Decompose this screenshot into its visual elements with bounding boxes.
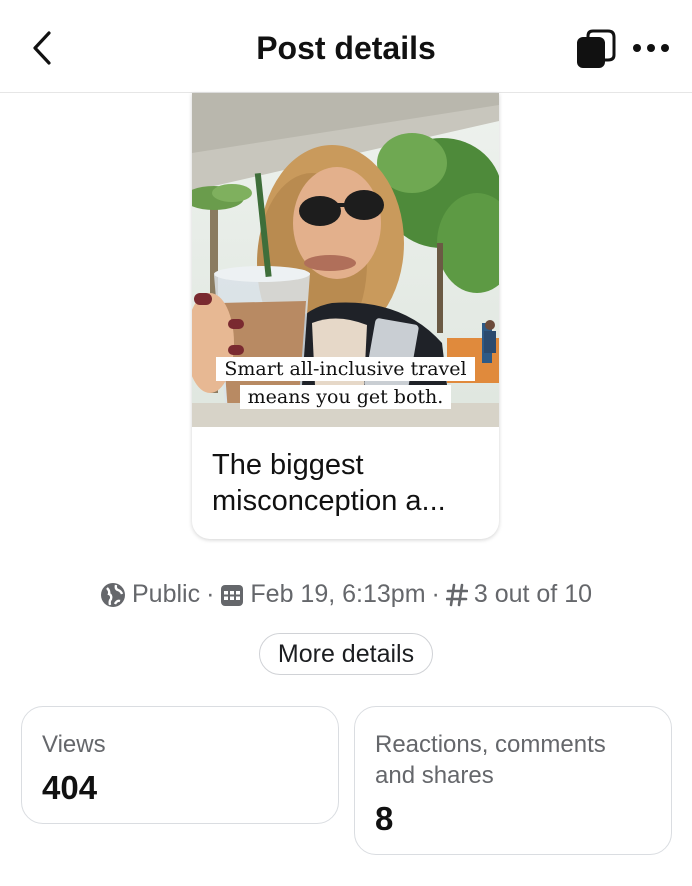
video-text-overlay: Smart all-inclusive travel means you get… [192, 355, 499, 411]
more-horizontal-icon[interactable] [630, 36, 672, 60]
globe-icon [100, 582, 125, 607]
post-meta-row: Public · Feb 19, 6:13pm · 3 out of 10 [0, 580, 692, 609]
post-caption: The biggest misconception a... [212, 449, 446, 517]
reactions-stat-card[interactable]: Reactions, comments and shares 8 [354, 706, 672, 855]
reactions-label: Reactions, comments and shares [375, 731, 606, 789]
hashtag-icon [445, 583, 468, 606]
calendar-icon [221, 584, 244, 606]
views-value: 404 [42, 769, 98, 806]
views-label: Views [42, 731, 106, 758]
reactions-value: 8 [375, 800, 394, 837]
overlay-line-2: means you get both. [239, 385, 452, 409]
more-details-button[interactable]: More details [259, 633, 433, 675]
visibility-label: Public [131, 580, 201, 608]
meta-separator: · [206, 580, 215, 608]
post-preview-card[interactable]: Smart all-inclusive travel means you get… [192, 93, 499, 539]
overlay-line-1: Smart all-inclusive travel [216, 357, 475, 381]
meta-separator-2: · [431, 580, 440, 608]
top-bar: Post details [0, 0, 692, 93]
views-stat-card[interactable]: Views 404 [21, 706, 339, 824]
post-media: Smart all-inclusive travel means you get… [192, 93, 499, 427]
copy-icon[interactable] [574, 28, 618, 70]
post-date: Feb 19, 6:13pm [250, 580, 426, 608]
post-position: 3 out of 10 [473, 580, 593, 608]
